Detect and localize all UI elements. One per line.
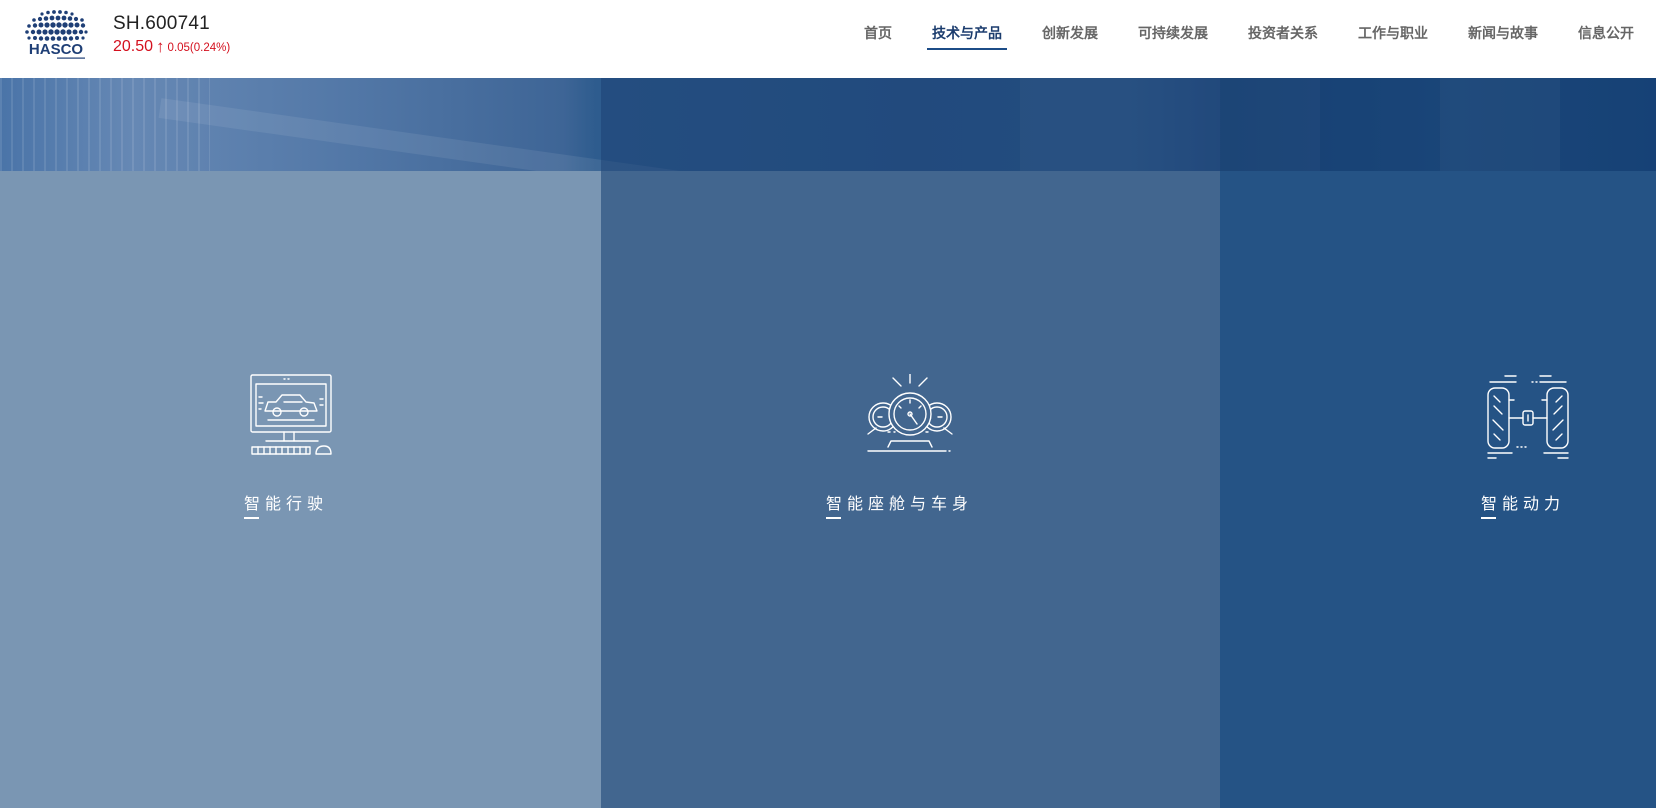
nav-item-label: 技术与产品 xyxy=(932,26,1002,42)
panel-intelligent-power[interactable] xyxy=(1220,171,1656,808)
hero-section: 智能行驶 智能座舱与车身 智能动力 xyxy=(0,78,1656,808)
banner-building-texture xyxy=(0,78,210,171)
card-label: 智能动力 xyxy=(1481,494,1566,513)
monitor-car-icon xyxy=(250,374,332,455)
nav-item-home[interactable]: 首页 xyxy=(864,24,892,44)
nav-item-disclosure[interactable]: 信息公开 xyxy=(1578,24,1634,44)
card-label: 智能行驶 xyxy=(244,494,329,513)
card-underline xyxy=(1481,517,1496,519)
nav-item-news-stories[interactable]: 新闻与故事 xyxy=(1468,24,1538,44)
nav-item-careers[interactable]: 工作与职业 xyxy=(1358,24,1428,44)
panel-overlay-power xyxy=(1220,78,1656,171)
chassis-axle-icon xyxy=(1487,375,1569,459)
nav-item-technology-products[interactable]: 技术与产品 xyxy=(927,24,1007,50)
dashboard-gauges-icon xyxy=(867,374,953,452)
card-underline xyxy=(826,517,841,519)
nav-item-innovation[interactable]: 创新发展 xyxy=(1042,24,1098,44)
site-header: HASCO SH.600741 20.50 ↑ 0.05(0.24%) 首页 技… xyxy=(0,0,1656,78)
nav-item-investor-relations[interactable]: 投资者关系 xyxy=(1248,24,1318,44)
main-nav: 首页 技术与产品 创新发展 可持续发展 投资者关系 工作与职业 新闻与故事 信息… xyxy=(0,0,1656,70)
panel-overlay-cabin xyxy=(601,78,1220,171)
card-underline xyxy=(244,517,259,519)
nav-item-sustainability[interactable]: 可持续发展 xyxy=(1138,24,1208,44)
card-label: 智能座舱与车身 xyxy=(826,494,974,513)
nav-active-underline xyxy=(927,48,1007,50)
